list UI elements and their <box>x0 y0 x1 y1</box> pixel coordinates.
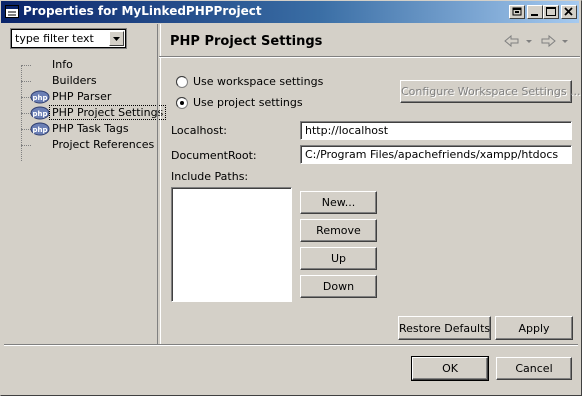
page-title: PHP Project Settings <box>170 34 323 49</box>
forward-arrow-icon[interactable] <box>541 34 568 48</box>
header-separator <box>159 56 580 58</box>
maximize-icon <box>546 7 556 16</box>
button-label: OK <box>442 362 458 375</box>
title-bar[interactable]: Properties for MyLinkedPHPProject <box>1 1 579 23</box>
restore-icon <box>512 7 522 16</box>
include-paths-label: Include Paths: <box>171 170 249 183</box>
tree-item-builders[interactable]: Builders <box>4 73 157 89</box>
button-label: Configure Workspace Settings ... <box>401 85 581 98</box>
localhost-value: http://localhost <box>305 124 389 137</box>
back-arrow-icon[interactable] <box>504 34 532 48</box>
properties-icon <box>5 5 19 18</box>
localhost-field[interactable]: http://localhost <box>300 121 572 140</box>
svg-text:php: php <box>32 94 47 102</box>
tree-item-php-project-settings[interactable]: php PHP Project Settings <box>4 105 167 121</box>
svg-text:php: php <box>32 110 47 118</box>
button-label: Apply <box>518 322 550 335</box>
documentroot-label: DocumentRoot: <box>171 149 257 162</box>
minimize-icon <box>531 14 538 16</box>
tree-item-label: PHP Task Tags <box>52 122 129 135</box>
svg-text:php: php <box>32 126 47 134</box>
tree-item-php-task-tags[interactable]: php PHP Task Tags <box>4 121 157 137</box>
remove-button[interactable]: Remove <box>300 219 377 242</box>
button-label: Down <box>322 280 355 293</box>
tree-item-info[interactable]: Info <box>4 57 157 73</box>
filter-combo[interactable]: type filter text <box>10 28 127 49</box>
button-label: New... <box>321 196 356 209</box>
pane-splitter[interactable] <box>157 24 161 346</box>
button-label: Restore Defaults <box>399 322 491 335</box>
documentroot-field[interactable]: C:/Program Files/apachefriends/xampp/htd… <box>300 145 572 164</box>
tree-item-project-references[interactable]: Project References <box>4 137 157 153</box>
tree-item-label: Builders <box>52 74 97 87</box>
button-label: Cancel <box>515 362 553 375</box>
localhost-label: Localhost: <box>171 124 227 137</box>
filter-dropdown-button[interactable] <box>109 31 124 46</box>
tree-item-label: Project References <box>52 138 155 151</box>
tree-item-label: PHP Project Settings <box>48 105 167 120</box>
php-icon: php <box>30 106 50 120</box>
chevron-down-icon <box>113 37 120 41</box>
radio-label: Use project settings <box>193 96 303 109</box>
restore-button[interactable] <box>509 5 525 19</box>
documentroot-value: C:/Program Files/apachefriends/xampp/htd… <box>305 148 559 161</box>
use-workspace-settings-radio[interactable]: Use workspace settings <box>176 75 326 89</box>
new-button[interactable]: New... <box>300 191 377 214</box>
configure-workspace-settings-button[interactable]: Configure Workspace Settings ... <box>400 80 581 103</box>
close-icon <box>564 7 573 16</box>
radio-label: Use workspace settings <box>193 75 324 88</box>
nav-icons <box>504 34 568 48</box>
up-button[interactable]: Up <box>300 247 377 270</box>
include-paths-list[interactable] <box>171 187 292 302</box>
apply-button[interactable]: Apply <box>495 316 573 340</box>
maximize-button[interactable] <box>543 5 559 19</box>
filter-input[interactable]: type filter text <box>15 32 94 45</box>
minimize-button[interactable] <box>527 5 543 19</box>
button-label: Up <box>330 252 347 265</box>
button-label: Remove <box>316 224 361 237</box>
use-project-settings-radio[interactable]: Use project settings <box>176 96 326 110</box>
radio-unchecked-icon <box>176 76 188 88</box>
cancel-button[interactable]: Cancel <box>496 357 572 380</box>
close-button[interactable] <box>561 5 577 19</box>
preference-tree-pane: type filter text Info Builders php PHP P… <box>4 24 167 344</box>
tree-branch <box>21 81 31 82</box>
restore-defaults-button[interactable]: Restore Defaults <box>398 316 491 340</box>
tree-item-php-parser[interactable]: php PHP Parser <box>4 89 157 105</box>
page-navigation <box>502 34 572 48</box>
php-icon: php <box>30 90 50 104</box>
tree-item-label: PHP Parser <box>52 90 112 103</box>
ok-button[interactable]: OK <box>411 356 489 381</box>
window-title: Properties for MyLinkedPHPProject <box>23 4 262 18</box>
tree-branch <box>21 65 31 66</box>
down-button[interactable]: Down <box>300 275 377 298</box>
tree-branch <box>21 145 31 146</box>
tree-item-label: Info <box>52 58 73 71</box>
php-icon: php <box>30 122 50 136</box>
radio-checked-icon <box>176 97 188 109</box>
footer-separator <box>4 344 578 346</box>
